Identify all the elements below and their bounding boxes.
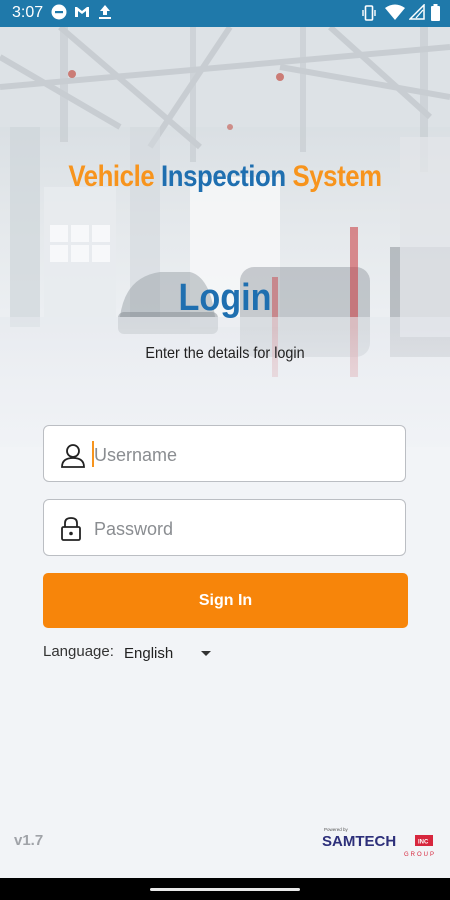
login-subtitle: Enter the details for login — [145, 345, 305, 362]
app-title-part1: Vehicle — [68, 160, 155, 193]
navigation-bar — [0, 878, 450, 900]
username-input[interactable] — [92, 436, 396, 474]
app-title-part3: System — [292, 160, 382, 193]
lock-icon — [61, 517, 81, 541]
do-not-disturb-icon — [51, 4, 67, 20]
logo-group: GROUP — [404, 852, 436, 858]
user-icon — [61, 444, 85, 468]
chevron-down-icon — [201, 651, 211, 656]
battery-icon — [431, 4, 440, 21]
logo-powered-by: Powered by — [324, 827, 349, 832]
vibrate-icon — [362, 5, 376, 21]
app-title-part2: Inspection — [160, 160, 286, 193]
language-select[interactable]: English — [124, 645, 214, 667]
status-bar: 3:07 — [0, 0, 450, 27]
language-selected-value: English — [124, 645, 174, 662]
logo-brand: SAMTECH — [322, 833, 396, 850]
language-label: Language: — [43, 643, 114, 660]
username-field-container[interactable] — [43, 425, 406, 482]
home-gesture-handle[interactable] — [150, 888, 300, 891]
gmail-icon — [75, 7, 89, 17]
status-time: 3:07 — [12, 4, 44, 21]
logo-badge-text: INC — [418, 840, 429, 846]
upload-icon — [99, 5, 111, 19]
background-image — [0, 27, 450, 447]
samtech-logo: Powered by SAMTECH INC GROUP — [322, 827, 436, 858]
password-input[interactable] — [92, 510, 396, 548]
app-title: Vehicle Inspection System — [32, 160, 419, 194]
login-heading: Login — [178, 277, 272, 319]
password-field-container[interactable] — [43, 499, 406, 556]
sign-in-button[interactable]: Sign In — [43, 573, 408, 628]
app-version: v1.7 — [14, 832, 44, 849]
signal-icon — [409, 4, 425, 20]
wifi-icon — [385, 4, 405, 20]
